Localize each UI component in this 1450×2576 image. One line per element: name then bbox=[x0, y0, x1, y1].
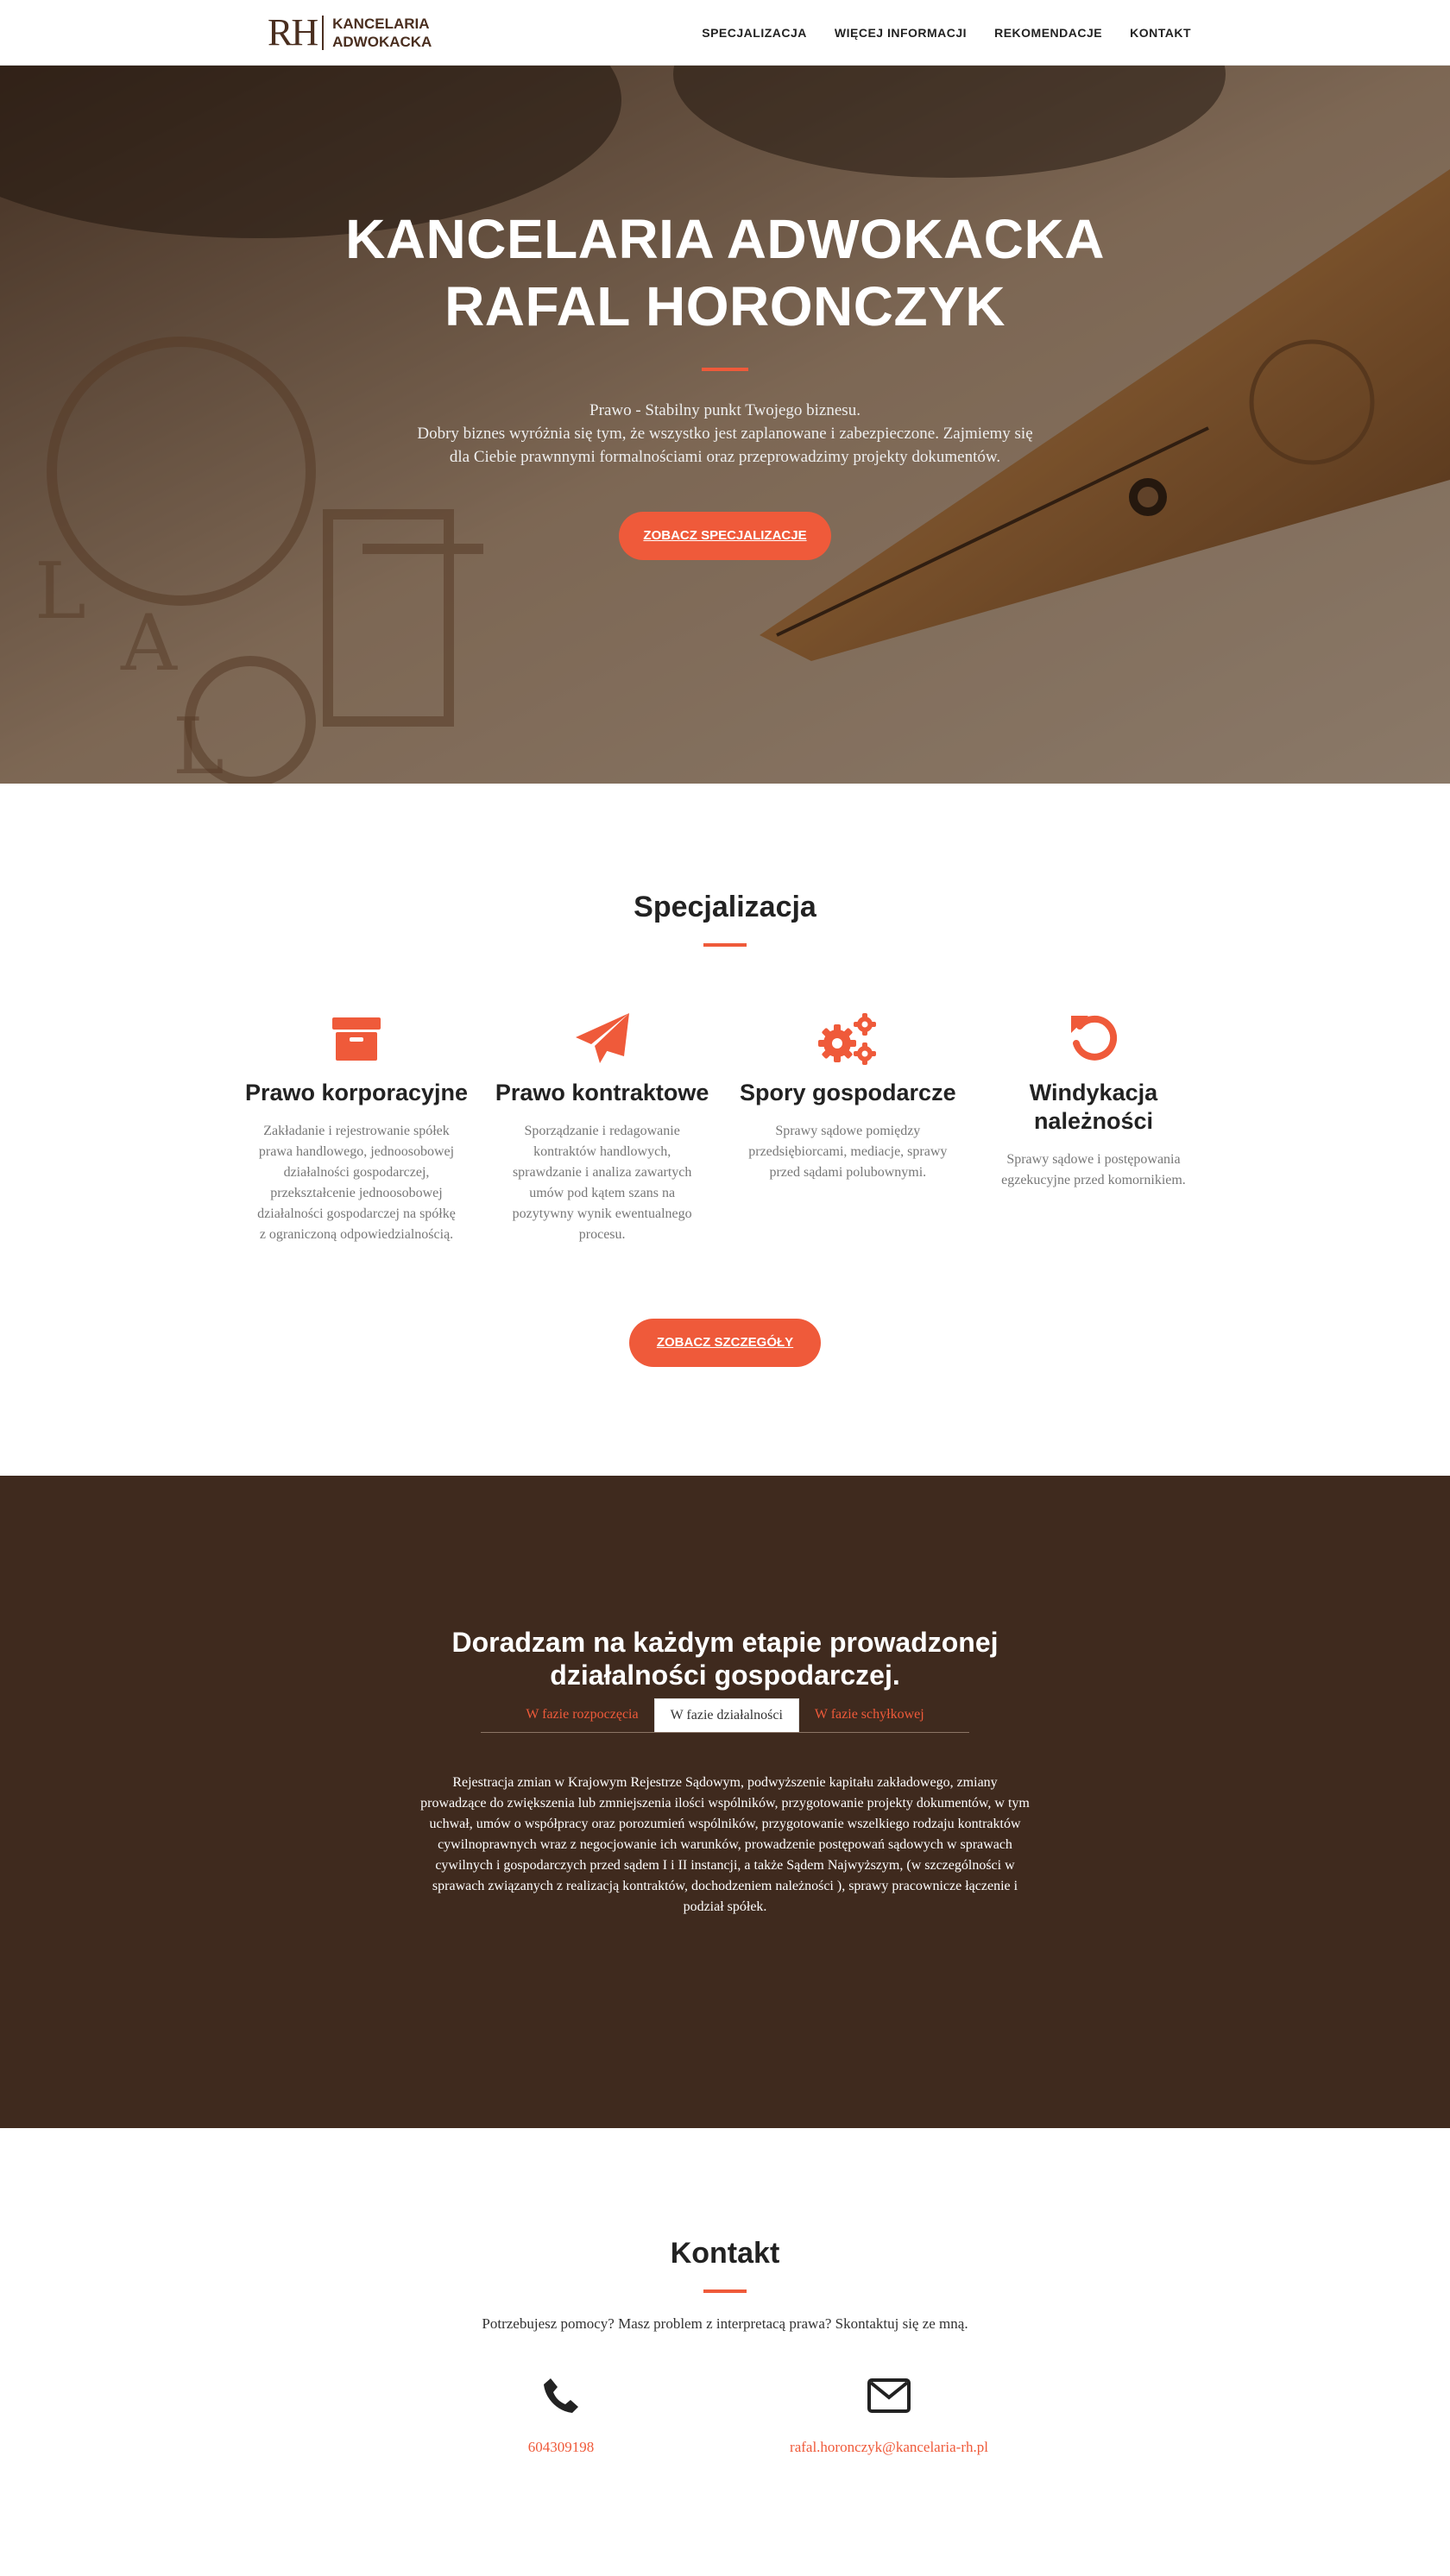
tab-operating-phase[interactable]: W fazie działalności bbox=[653, 1698, 799, 1732]
specialization-section: Specjalizacja Prawo korporacyjne Zakłada… bbox=[0, 784, 1450, 1476]
specialization-title: Specjalizacja bbox=[634, 891, 816, 923]
nav-link-wiecej-informacji[interactable]: WIĘCEJ INFORMACJI bbox=[835, 26, 967, 40]
tab-start-phase[interactable]: W fazie rozpoczęcia bbox=[510, 1698, 653, 1732]
specialization-description: Sprawy sądowe i postępowania egzekucyjne… bbox=[1001, 1152, 1186, 1187]
logo-divider bbox=[322, 16, 325, 50]
specialization-grid: Prawo korporacyjne Zakładanie i rejestro… bbox=[244, 1008, 1206, 1245]
email-link[interactable]: rafal.horonczyk@kancelaria-rh.pl bbox=[716, 2439, 1062, 2456]
specialization-description: Sporządzanie i redagowanie kontraktów ha… bbox=[512, 1124, 692, 1242]
hero-title: KANCELARIA ADWOKACKA RAFAL HORONCZYK bbox=[0, 205, 1450, 340]
logo-text: KANCELARIA ADWOKACKA bbox=[332, 15, 432, 51]
hero-section: L A L KANCELARIA ADWOKACKA RAFAL HORONCZ… bbox=[0, 66, 1450, 784]
advice-title: Doradzam na każdym etapie prowadzonej dz… bbox=[0, 1626, 1450, 1691]
specialization-item: Prawo korporacyjne Zakładanie i rejestro… bbox=[244, 1008, 469, 1245]
hero-text-line-1: Prawo - Stabilny punkt Twojego biznesu. bbox=[589, 401, 861, 419]
nav-link-specjalizacja[interactable]: SPECJALIZACJA bbox=[702, 26, 807, 40]
contact-phone: 604309198 bbox=[388, 2375, 734, 2456]
envelope-icon bbox=[716, 2375, 1062, 2416]
logo-line-2: ADWOKACKA bbox=[332, 34, 432, 50]
hero-title-line-2: RAFAL HORONCZYK bbox=[444, 275, 1006, 337]
undo-arrow-icon bbox=[981, 1008, 1206, 1068]
paper-plane-icon bbox=[490, 1008, 715, 1068]
specialization-item: Spory gospodarcze Sprawy sądowe pomiędzy… bbox=[735, 1008, 960, 1245]
contact-section: Kontakt Potrzebujesz pomocy? Masz proble… bbox=[0, 2128, 1450, 2576]
specialization-description: Sprawy sądowe pomiędzy przedsiębiorcami,… bbox=[748, 1124, 948, 1180]
contact-email: rafal.horonczyk@kancelaria-rh.pl bbox=[716, 2375, 1062, 2456]
hero-divider bbox=[702, 368, 748, 371]
phone-number-link[interactable]: 604309198 bbox=[388, 2439, 734, 2456]
specialization-item: Prawo kontraktowe Sporządzanie i redagow… bbox=[490, 1008, 715, 1245]
main-nav: SPECJALIZACJA WIĘCEJ INFORMACJI REKOMEND… bbox=[702, 0, 1191, 66]
gears-icon bbox=[735, 1008, 960, 1068]
logo-line-1: KANCELARIA bbox=[332, 16, 430, 32]
nav-link-kontakt[interactable]: KONTAKT bbox=[1130, 26, 1191, 40]
advice-section: Doradzam na każdym etapie prowadzonej dz… bbox=[0, 1476, 1450, 2128]
see-specializations-button[interactable]: ZOBACZ SPECJALIZACJE bbox=[619, 512, 831, 560]
hero-title-line-1: KANCELARIA ADWOKACKA bbox=[345, 208, 1105, 270]
advice-title-text: Doradzam na każdym etapie prowadzonej dz… bbox=[451, 1627, 999, 1691]
hero-text: Prawo - Stabilny punkt Twojego biznesu. … bbox=[414, 399, 1036, 469]
specialization-heading: Spory gospodarcze bbox=[740, 1080, 956, 1105]
nav-link-rekomendacje[interactable]: REKOMENDACJE bbox=[994, 26, 1102, 40]
specialization-item: Windykacja należności Sprawy sądowe i po… bbox=[981, 1008, 1206, 1245]
hero-content: KANCELARIA ADWOKACKA RAFAL HORONCZYK Pra… bbox=[0, 205, 1450, 560]
specialization-description: Zakładanie i rejestrowanie spółek prawa … bbox=[257, 1124, 456, 1242]
specialization-heading: Prawo kontraktowe bbox=[495, 1080, 709, 1105]
tab-declining-phase[interactable]: W fazie schyłkowej bbox=[799, 1698, 940, 1732]
phase-tabs: W fazie rozpoczęcia W fazie działalności… bbox=[481, 1698, 969, 1733]
hero-text-line-2: Dobry biznes wyróżnia się tym, że wszyst… bbox=[417, 425, 1033, 466]
contact-lead: Potrzebujesz pomocy? Masz problem z inte… bbox=[482, 2315, 968, 2332]
specialization-divider bbox=[703, 943, 747, 947]
contact-title: Kontakt bbox=[670, 2237, 780, 2270]
specialization-heading: Prawo korporacyjne bbox=[244, 1080, 469, 1105]
navbar: RH KANCELARIA ADWOKACKA SPECJALIZACJA WI… bbox=[0, 0, 1450, 66]
archive-box-icon bbox=[244, 1008, 469, 1068]
tab-content-text: Rejestracja zmian w Krajowym Rejestrze S… bbox=[420, 1775, 1030, 1914]
logo[interactable]: RH KANCELARIA ADWOKACKA bbox=[268, 14, 432, 52]
contact-divider bbox=[703, 2289, 747, 2293]
see-details-button[interactable]: ZOBACZ SZCZEGÓŁY bbox=[629, 1319, 821, 1367]
specialization-heading: Windykacja należności bbox=[1029, 1080, 1158, 1134]
logo-mark: RH bbox=[268, 11, 318, 54]
phone-icon bbox=[388, 2375, 734, 2416]
